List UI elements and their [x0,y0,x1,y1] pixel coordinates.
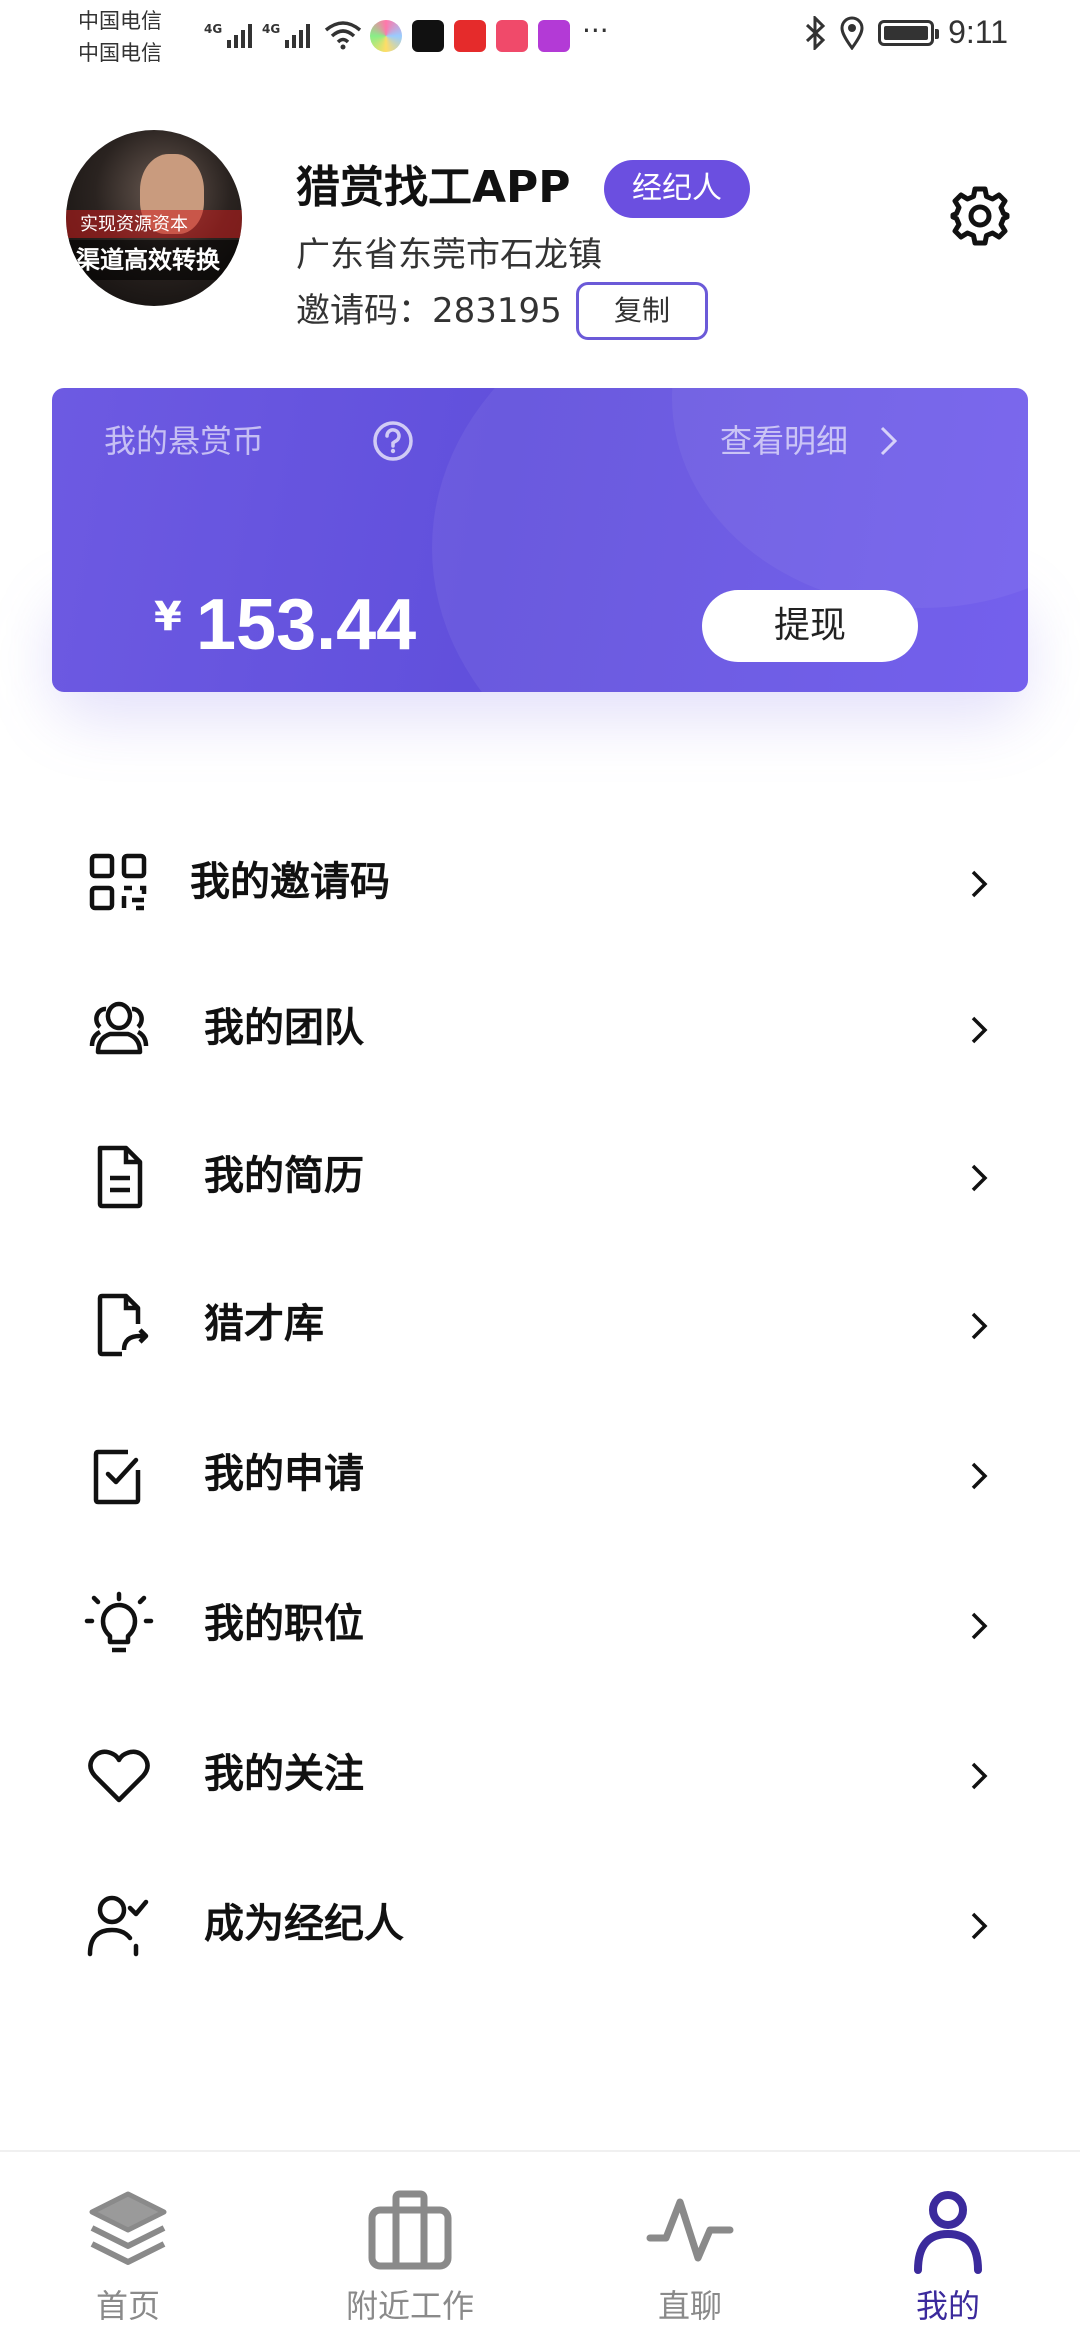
lightbulb-icon [84,1591,154,1653]
team-icon [89,1001,149,1055]
signal-icon: 4G [262,22,311,48]
chevron-right-icon [971,1016,988,1044]
menu-item-invite-code[interactable]: 我的邀请码 [0,808,1080,948]
layers-icon [89,2191,167,2265]
briefcase-icon [368,2190,452,2270]
menu-item-positions[interactable]: 我的职位 [0,1550,1080,1690]
wallet-label: 我的悬赏币 [104,422,265,460]
role-badge: 经纪人 [604,160,750,218]
chevron-right-icon [971,1762,988,1790]
network-label-1: 4G [204,22,223,36]
chevron-right-icon[interactable] [878,424,900,458]
toutiao-notification-icon [454,20,486,52]
signal-icon: 4G [204,22,253,48]
person-icon [914,2191,982,2274]
chevron-right-icon [971,1312,988,1340]
currency-symbol: ¥ [154,594,182,640]
tab-label: 首页 [95,2287,160,2325]
player-app-notification-icon [538,20,570,52]
app-notification-icon [370,20,402,52]
avatar-caption-1: 实现资源资本 [66,210,242,238]
avatar[interactable]: 实现资源资本 渠道高效转换 [66,130,242,306]
menu-item-team[interactable]: 我的团队 [0,954,1080,1094]
menu-item-label: 我的申请 [204,1451,364,1497]
menu-item-label: 猎才库 [204,1301,324,1347]
menu-item-label: 成为经纪人 [204,1901,404,1947]
talent-pool-icon [97,1293,149,1357]
menu-item-following[interactable]: 我的关注 [0,1700,1080,1840]
status-time: 9:11 [948,14,1008,50]
wifi-icon [324,21,362,50]
invite-code-text: 邀请码：283195 [296,291,562,331]
wallet-balance: 153.44 [196,585,417,665]
menu-item-label: 我的简历 [204,1153,364,1199]
menu-item-label: 我的关注 [204,1751,364,1797]
help-icon[interactable] [372,420,414,462]
profile-location: 广东省东莞市石龙镇 [296,235,602,275]
video-app-notification-icon [496,20,528,52]
tab-mine[interactable]: 我的 [848,2152,1048,2340]
chevron-right-icon [971,870,988,898]
chevron-right-icon [971,1462,988,1490]
network-label-2: 4G [262,22,281,36]
qr-code-icon [89,853,147,911]
battery-icon [878,19,940,46]
menu-item-become-agent[interactable]: 成为经纪人 [0,1850,1080,1990]
status-bar: 中国电信 中国电信 4G 4G ··· 9:11 [0,0,1080,72]
menu-item-resume[interactable]: 我的简历 [0,1102,1080,1242]
menu-item-label: 我的邀请码 [190,859,390,905]
tab-nearby-jobs[interactable]: 附近工作 [310,2152,510,2340]
chevron-right-icon [971,1912,988,1940]
settings-gear-icon[interactable] [948,184,1012,248]
chevron-right-icon [971,1164,988,1192]
tab-label: 附近工作 [345,2287,474,2325]
bottom-tab-bar: 首页 附近工作 直聊 我的 [0,2150,1080,2340]
tab-label: 直聊 [657,2287,722,2325]
menu-item-talent-pool[interactable]: 猎才库 [0,1250,1080,1390]
heart-icon [88,1749,150,1803]
tab-direct-chat[interactable]: 直聊 [590,2152,790,2340]
bluetooth-icon [806,15,826,50]
resume-icon [97,1145,143,1209]
chevron-right-icon [971,1612,988,1640]
copy-invite-code-button[interactable]: 复制 [576,282,708,340]
tiktok-notification-icon [412,20,444,52]
menu-item-label: 我的团队 [204,1005,364,1051]
menu-item-label: 我的职位 [204,1601,364,1647]
location-icon [840,16,864,50]
checkbox-icon [93,1449,141,1505]
avatar-caption-2: 渠道高效转换 [66,240,242,280]
tab-home[interactable]: 首页 [28,2152,228,2340]
profile-name: 猎赏找工APP [296,162,571,213]
carrier-label-1: 中国电信 [78,9,162,33]
tab-label: 我的 [915,2287,980,2325]
pulse-icon [646,2198,734,2262]
withdraw-button[interactable]: 提现 [702,590,918,662]
view-details-link[interactable]: 查看明细 [720,418,848,464]
carrier-label-2: 中国电信 [78,41,162,65]
menu-item-applications[interactable]: 我的申请 [0,1400,1080,1540]
more-notifications-icon: ··· [582,14,609,47]
user-check-icon [87,1895,149,1957]
